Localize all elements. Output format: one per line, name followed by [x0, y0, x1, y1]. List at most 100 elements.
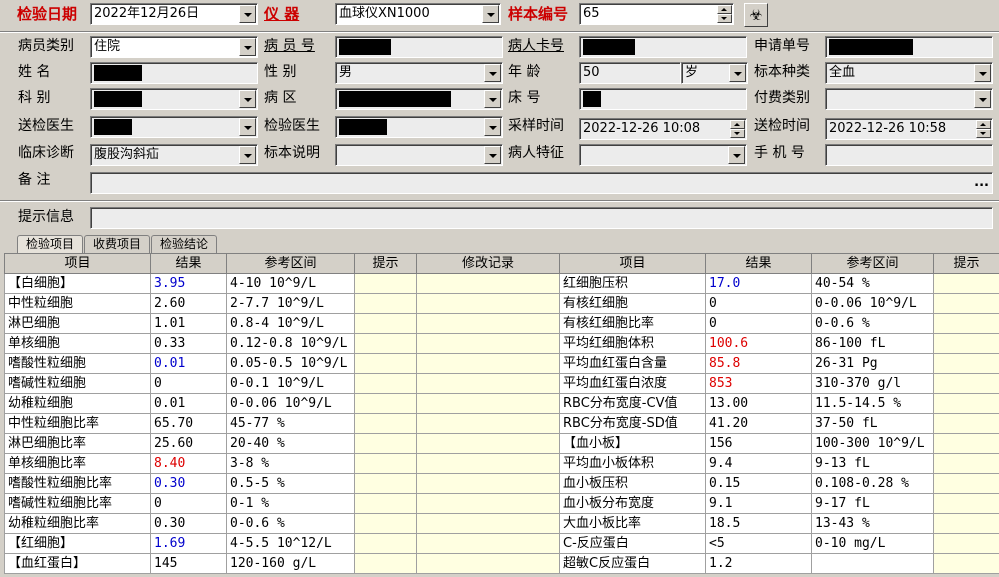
result-value[interactable]: 8.40	[150, 453, 227, 474]
chevron-down-icon[interactable]	[239, 118, 256, 136]
send-time-input[interactable]: 2022-12-26 10:58	[825, 118, 993, 140]
result-hint[interactable]	[933, 553, 999, 574]
result-item-name[interactable]: 平均血红蛋白含量	[559, 353, 706, 374]
result-reference-range[interactable]: 0-0.1 10^9/L	[226, 373, 355, 394]
result-history[interactable]	[416, 293, 560, 314]
col-header-result[interactable]: 结果	[150, 253, 227, 274]
table-row[interactable]: 幼稚粒细胞 0.01 0-0.06 10^9/L	[4, 393, 560, 414]
result-item-name[interactable]: 平均血红蛋白浓度	[559, 373, 706, 394]
table-row[interactable]: 血小板分布宽度 9.1 9-17 fL	[559, 493, 999, 514]
remark-field[interactable]: ...	[90, 172, 993, 194]
result-value[interactable]: 0.15	[705, 473, 812, 494]
table-row[interactable]: 嗜碱性粒细胞比率 0 0-1 %	[4, 493, 560, 514]
result-reference-range[interactable]: 0.108-0.28 %	[811, 473, 934, 494]
result-reference-range[interactable]: 100-300 10^9/L	[811, 433, 934, 454]
result-hint[interactable]	[933, 373, 999, 394]
result-history[interactable]	[416, 333, 560, 354]
result-item-name[interactable]: 【血红蛋白】	[4, 553, 151, 574]
result-history[interactable]	[416, 473, 560, 494]
result-item-name[interactable]: 红细胞压积	[559, 273, 706, 294]
col-header-ref[interactable]: 参考区间	[226, 253, 355, 274]
result-hint[interactable]	[933, 473, 999, 494]
chevron-down-icon[interactable]	[482, 5, 499, 23]
result-reference-range[interactable]: 26-31 Pg	[811, 353, 934, 374]
request-no-field[interactable]	[825, 36, 993, 58]
result-history[interactable]	[416, 513, 560, 534]
result-reference-range[interactable]: 0.5-5 %	[226, 473, 355, 494]
biohazard-button[interactable]: ☣	[744, 3, 768, 27]
result-item-name[interactable]: 超敏C反应蛋白	[559, 553, 706, 574]
table-row[interactable]: 有核红细胞比率 0 0-0.6 %	[559, 313, 999, 334]
pay-type-select[interactable]	[825, 88, 993, 110]
table-row[interactable]: 大血小板比率 18.5 13-43 %	[559, 513, 999, 534]
patient-feature-select[interactable]	[579, 144, 747, 166]
result-reference-range[interactable]: 4-10 10^9/L	[226, 273, 355, 294]
chevron-down-icon[interactable]	[484, 90, 501, 108]
result-item-name[interactable]: 中性粒细胞	[4, 293, 151, 314]
table-row[interactable]: 幼稚粒细胞比率 0.30 0-0.6 %	[4, 513, 560, 534]
chevron-down-icon[interactable]	[239, 146, 256, 164]
chevron-down-icon[interactable]	[974, 64, 991, 82]
result-value[interactable]: 853	[705, 373, 812, 394]
result-value[interactable]: 25.60	[150, 433, 227, 454]
card-no-label[interactable]: 病人卡号	[508, 36, 564, 56]
date-picker[interactable]: 2022年12月26日	[90, 3, 258, 25]
result-item-name[interactable]: 嗜酸性粒细胞比率	[4, 473, 151, 494]
result-value[interactable]: 156	[705, 433, 812, 454]
table-row[interactable]: 【血红蛋白】 145 120-160 g/L	[4, 553, 560, 574]
result-value[interactable]: 9.1	[705, 493, 812, 514]
result-hint[interactable]	[933, 313, 999, 334]
result-item-name[interactable]: 幼稚粒细胞比率	[4, 513, 151, 534]
result-reference-range[interactable]: 20-40 %	[226, 433, 355, 454]
age-unit-select[interactable]: 岁	[681, 62, 748, 84]
result-reference-range[interactable]: 0-0.06 10^9/L	[811, 293, 934, 314]
result-value[interactable]: 0.01	[150, 353, 227, 374]
collect-time-input[interactable]: 2022-12-26 10:08	[579, 118, 747, 140]
table-row[interactable]: 淋巴细胞比率 25.60 20-40 %	[4, 433, 560, 454]
result-reference-range[interactable]: 2-7.7 10^9/L	[226, 293, 355, 314]
result-item-name[interactable]: 淋巴细胞	[4, 313, 151, 334]
result-item-name[interactable]: 【红细胞】	[4, 533, 151, 554]
result-item-name[interactable]: 中性粒细胞比率	[4, 413, 151, 434]
ward-select[interactable]	[335, 88, 503, 110]
result-reference-range[interactable]: 45-77 %	[226, 413, 355, 434]
result-value[interactable]: 145	[150, 553, 227, 574]
result-history[interactable]	[416, 353, 560, 374]
result-reference-range[interactable]: 13-43 %	[811, 513, 934, 534]
card-no-field[interactable]	[579, 36, 747, 58]
result-item-name[interactable]: 单核细胞比率	[4, 453, 151, 474]
result-reference-range[interactable]: 0.05-0.5 10^9/L	[226, 353, 355, 374]
chevron-down-icon[interactable]	[974, 90, 991, 108]
result-reference-range[interactable]: 9-13 fL	[811, 453, 934, 474]
right-results-table[interactable]: 项目 结果 参考区间 提示 红细胞压积 17.0 40-54 % 有核红细胞 0 0-0.…	[559, 253, 999, 574]
result-item-name[interactable]: C-反应蛋白	[559, 533, 706, 554]
result-hint[interactable]	[933, 513, 999, 534]
result-item-name[interactable]: 有核红细胞	[559, 293, 706, 314]
table-row[interactable]: C-反应蛋白 <5 0-10 mg/L	[559, 533, 999, 554]
result-value[interactable]: 41.20	[705, 413, 812, 434]
result-value[interactable]: 17.0	[705, 273, 812, 294]
result-hint[interactable]	[933, 333, 999, 354]
instrument-select[interactable]: 血球仪XN1000	[335, 3, 501, 25]
result-value[interactable]: 0	[705, 313, 812, 334]
result-item-name[interactable]: RBC分布宽度-CV值	[559, 393, 706, 414]
dept-select[interactable]	[90, 88, 258, 110]
patient-no-label[interactable]: 病 员 号	[264, 36, 315, 56]
result-item-name[interactable]: 平均血小板体积	[559, 453, 706, 474]
result-hint[interactable]	[354, 553, 417, 574]
sample-no-input[interactable]: 65	[579, 3, 734, 25]
name-field[interactable]	[90, 62, 258, 84]
remark-more-button[interactable]: ...	[974, 173, 989, 193]
result-item-name[interactable]: 幼稚粒细胞	[4, 393, 151, 414]
table-row[interactable]: RBC分布宽度-SD值 41.20 37-50 fL	[559, 413, 999, 434]
result-item-name[interactable]: 嗜碱性粒细胞比率	[4, 493, 151, 514]
col-header-result[interactable]: 结果	[705, 253, 812, 274]
table-row[interactable]: 淋巴细胞 1.01 0.8-4 10^9/L	[4, 313, 560, 334]
result-history[interactable]	[416, 313, 560, 334]
result-value[interactable]: 0.30	[150, 473, 227, 494]
result-history[interactable]	[416, 273, 560, 294]
col-header-hint[interactable]: 提示	[354, 253, 417, 274]
result-hint[interactable]	[354, 313, 417, 334]
patient-no-field[interactable]	[335, 36, 503, 58]
result-history[interactable]	[416, 533, 560, 554]
